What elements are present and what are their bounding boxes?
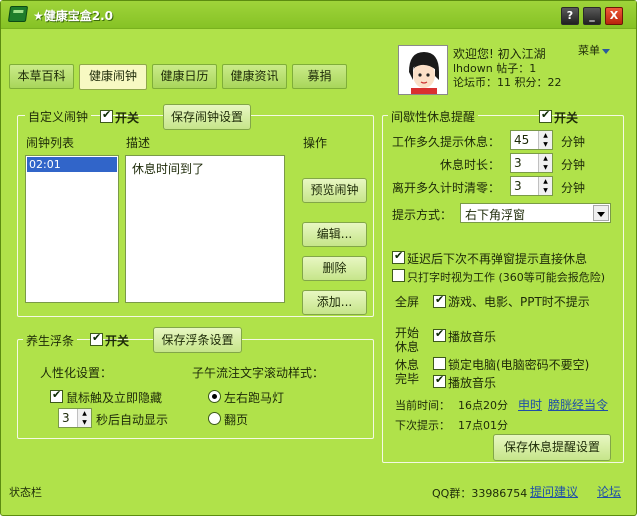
hide-on-touch-label: 鼠标触及立即隐藏 — [66, 391, 163, 405]
leave-reset-stepper[interactable]: 3 ▲ ▼ — [510, 176, 553, 196]
forum-coins: 论坛币：11 积分：22 — [453, 76, 562, 89]
minimize-button[interactable]: _ — [583, 7, 601, 25]
health-ticker-toggle-label: 开关 — [105, 334, 130, 348]
auto-show-suffix: 秒后自动显示 — [96, 413, 169, 427]
feedback-link[interactable]: 提问建议 — [530, 483, 578, 500]
hide-on-touch-checkbox[interactable] — [50, 388, 63, 403]
start-rest-label-2: 休息 — [395, 340, 420, 354]
rest-reminder-title: 间歇性休息提醒 — [388, 108, 479, 125]
tab-donate[interactable]: 募捐 — [292, 64, 347, 89]
next-prompt-label: 下次提示： — [395, 419, 450, 432]
forum-link[interactable]: 论坛 — [597, 483, 621, 500]
personalize-label: 人性化设置： — [40, 366, 113, 380]
spin-arrows-icon[interactable]: ▲ ▼ — [77, 409, 91, 427]
work-duration-label: 工作多久提示休息： — [392, 135, 501, 149]
alarm-list-header: 闹钟列表 — [26, 136, 75, 150]
spin-arrows-icon[interactable]: ▲ ▼ — [538, 131, 552, 149]
lock-computer-label: 锁定电脑(电脑密码不要空) — [448, 358, 590, 372]
spin-arrows-icon[interactable]: ▲ ▼ — [538, 177, 552, 195]
style-marquee-radio[interactable] — [208, 390, 221, 403]
current-organ-link[interactable]: 膀胱经当令 — [548, 396, 608, 413]
next-prompt-value: 17点01分 — [458, 419, 508, 432]
lock-computer-checkbox[interactable] — [433, 357, 446, 370]
fullscreen-no-prompt-label: 游戏、电影、PPT时不提示 — [448, 295, 590, 309]
notify-method-label: 提示方式： — [392, 208, 453, 222]
star-icon: ★ — [33, 9, 44, 23]
rest-reminder-toggle[interactable] — [539, 108, 552, 123]
current-time-value: 16点20分 — [458, 399, 508, 412]
end-play-music-label: 播放音乐 — [448, 376, 497, 390]
save-rest-reminder-button[interactable]: 保存休息提醒设置 — [493, 434, 611, 461]
delay-no-popup-label: 延迟后下次不再弹窗提示直接休息 — [407, 252, 588, 266]
status-bar-text: 状态栏 — [9, 486, 42, 499]
notify-method-select[interactable]: 右下角浮窗 — [460, 203, 611, 223]
window-title: ★健康宝盒2.0 — [33, 9, 114, 23]
tab-herbal-encyclopedia[interactable]: 本草百科 — [9, 64, 74, 89]
fullscreen-no-prompt-checkbox[interactable] — [433, 293, 446, 308]
alarm-description-box[interactable]: 休息时间到了 — [125, 155, 285, 303]
close-button[interactable]: X — [605, 7, 623, 25]
alarm-description-text: 休息时间到了 — [132, 162, 205, 176]
fullscreen-label: 全屏 — [395, 295, 420, 309]
tab-health-calendar[interactable]: 健康日历 — [152, 64, 217, 89]
custom-alarm-title: 自定义闹钟 — [25, 108, 92, 125]
scroll-style-label: 子午流注文字滚动样式： — [192, 366, 325, 380]
list-item[interactable]: 02:01 — [27, 157, 117, 172]
add-alarm-button[interactable]: 添加... — [302, 290, 367, 315]
work-duration-stepper[interactable]: 45 ▲ ▼ — [510, 130, 553, 150]
alarm-action-header: 操作 — [303, 136, 328, 150]
end-play-music-checkbox[interactable] — [433, 373, 446, 388]
rest-duration-unit: 分钟 — [561, 158, 586, 172]
app-window: ★健康宝盒2.0 ? _ X 本草百科 健康闹钟 健康日历 健康资讯 募捐 欢迎… — [0, 0, 637, 516]
delete-alarm-button[interactable]: 删除 — [302, 256, 367, 281]
rest-duration-stepper[interactable]: 3 ▲ ▼ — [510, 153, 553, 173]
rest-duration-label: 休息时长： — [440, 158, 501, 172]
chevron-down-icon[interactable] — [593, 205, 609, 221]
delay-no-popup-checkbox[interactable] — [392, 249, 405, 264]
style-page-flip-radio[interactable] — [208, 412, 221, 425]
menu-dropdown[interactable]: 菜单 — [578, 42, 610, 58]
spin-arrows-icon[interactable]: ▲ ▼ — [538, 154, 552, 172]
style-marquee-label: 左右跑马灯 — [224, 391, 285, 405]
work-duration-unit: 分钟 — [561, 135, 586, 149]
chevron-down-icon — [602, 48, 610, 54]
edit-alarm-button[interactable]: 编辑... — [302, 222, 367, 247]
typing-as-work-label: 只打字时视为工作 (360等可能会报危险) — [407, 271, 606, 284]
help-button[interactable]: ? — [561, 7, 579, 25]
avatar[interactable] — [398, 45, 448, 95]
leave-reset-label: 离开多久计时清零： — [392, 181, 501, 195]
current-time-label: 当前时间： — [395, 399, 450, 412]
preview-alarm-button[interactable]: 预览闹钟 — [302, 178, 367, 203]
leave-reset-unit: 分钟 — [561, 181, 586, 195]
title-bar[interactable]: ★健康宝盒2.0 ? _ X — [1, 1, 636, 29]
app-logo-icon — [7, 6, 29, 22]
save-ticker-button[interactable]: 保存浮条设置 — [153, 327, 242, 353]
health-ticker-toggle[interactable] — [90, 331, 103, 346]
start-play-music-label: 播放音乐 — [448, 330, 497, 344]
alarm-description-header: 描述 — [126, 136, 151, 150]
typing-as-work-checkbox[interactable] — [392, 269, 405, 282]
style-page-flip-label: 翻页 — [224, 413, 249, 427]
current-shichen-link[interactable]: 申时 — [518, 396, 542, 413]
start-play-music-checkbox[interactable] — [433, 327, 446, 342]
tab-health-alarm[interactable]: 健康闹钟 — [79, 64, 147, 90]
health-ticker-title: 养生浮条 — [23, 332, 78, 349]
auto-show-seconds-stepper[interactable]: 3 ▲ ▼ — [58, 408, 92, 428]
alarm-list[interactable]: 02:01 — [25, 155, 119, 303]
rest-reminder-toggle-label: 开关 — [554, 111, 579, 125]
end-rest-label-2: 完毕 — [395, 372, 420, 386]
tab-health-news[interactable]: 健康资讯 — [222, 64, 287, 89]
custom-alarm-toggle[interactable] — [100, 108, 113, 123]
custom-alarm-toggle-label: 开关 — [115, 111, 140, 125]
qq-group: QQ群：33986754 — [432, 487, 528, 500]
save-alarm-button[interactable]: 保存闹钟设置 — [163, 104, 251, 130]
